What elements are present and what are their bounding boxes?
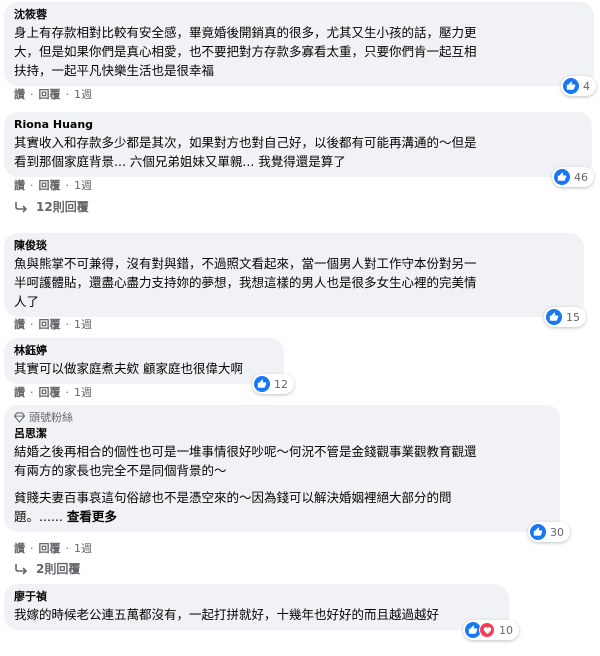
like-button[interactable]: 讚 — [14, 177, 25, 193]
see-more-link[interactable]: 查看更多 — [67, 509, 117, 524]
comment-author[interactable]: 沈筱蓉 — [14, 7, 584, 23]
comment-text-line: 魚與熊掌不可兼得，沒有對與錯，不過照文看起來，當一個男人對工作守本份對另一 — [14, 256, 477, 271]
separator: · — [65, 178, 70, 192]
comment-actions: 讚 · 回覆 · 1週 — [14, 177, 92, 193]
comment-bubble: 陳俊琰 魚與熊掌不可兼得，沒有對與錯，不過照文看起來，當一個男人對工作守本份對另… — [4, 233, 586, 327]
comment-4: 林鈺婷 其實可以做家庭煮夫欸 顧家庭也很偉大啊 12 — [4, 338, 294, 394]
reply-arrow-icon — [15, 201, 28, 213]
separator: · — [65, 317, 70, 331]
comment-bubble: 頭號粉絲 呂思潔 結婚之後再相合的個性也可是一堆事情很好吵呢～何況不管是金錢觀事… — [4, 405, 570, 542]
separator: · — [30, 87, 34, 101]
reaction-summary[interactable]: 10 — [463, 620, 519, 640]
separator: · — [30, 541, 34, 555]
reaction-summary[interactable]: 4 — [561, 76, 596, 96]
comment-timestamp[interactable]: 1週 — [74, 384, 92, 400]
reaction-count: 15 — [566, 310, 580, 324]
like-button[interactable]: 讚 — [14, 540, 25, 556]
reply-arrow-icon — [15, 563, 28, 575]
comment-author[interactable]: 呂思潔 — [14, 426, 550, 442]
separator: · — [65, 87, 70, 101]
comment-author[interactable]: 廖于禎 — [14, 589, 499, 605]
replies-count-label[interactable]: 2則回覆 — [36, 560, 80, 577]
reaction-summary[interactable]: 46 — [552, 167, 594, 187]
comment-1: 沈筱蓉 身上有存款相對比較有安全感，畢竟婚後開銷真的很多，尤其又生小孩的話，壓力… — [4, 2, 596, 96]
reply-button[interactable]: 回覆 — [39, 86, 61, 102]
comment-actions: 讚 · 回覆 · 1週 — [14, 86, 92, 102]
comment-text-line: 人了 — [14, 294, 40, 309]
like-button[interactable]: 讚 — [14, 316, 25, 332]
reaction-count: 4 — [583, 79, 590, 93]
reaction-count: 46 — [574, 170, 588, 184]
comment-timestamp[interactable]: 1週 — [74, 540, 92, 556]
comment-author[interactable]: Riona Huang — [14, 117, 582, 133]
comment-text-line: 其實收入和存款多少都是其次，如果對方也對自己好，以後都有可能再溝通的～但是 — [14, 135, 477, 150]
comment-text-line: 其實可以做家庭煮夫欸 顧家庭也很偉大啊 — [14, 361, 243, 376]
separator: · — [30, 385, 34, 399]
like-reaction-icon — [554, 169, 570, 185]
reaction-summary[interactable]: 30 — [528, 522, 570, 542]
comment-3: 陳俊琰 魚與熊掌不可兼得，沒有對與錯，不過照文看起來，當一個男人對工作守本份對另… — [4, 233, 586, 327]
like-button[interactable]: 讚 — [14, 384, 25, 400]
comment-text-line: 有兩方的家長也完全不是同個背景的～ — [14, 463, 227, 478]
comment-author[interactable]: 林鈺婷 — [14, 343, 274, 359]
reply-button[interactable]: 回覆 — [39, 384, 61, 400]
top-fan-badge: 頭號粉絲 — [14, 410, 550, 425]
comment-actions: 讚 · 回覆 · 1週 — [14, 384, 92, 400]
comment-timestamp[interactable]: 1週 — [74, 177, 92, 193]
comment-bubble: 林鈺婷 其實可以做家庭煮夫欸 顧家庭也很偉大啊 12 — [4, 338, 294, 394]
comment-text-line: 題。...... 查看更多 — [14, 507, 550, 526]
reaction-count: 10 — [499, 623, 513, 637]
reaction-summary[interactable]: 12 — [252, 374, 294, 394]
like-reaction-icon — [530, 524, 546, 540]
comment-6: 廖于禎 我嫁的時候老公連五萬都沒有，一起打拼就好，十幾年也好好的而且越過越好 1… — [4, 584, 519, 640]
comment-text-line: 結婚之後再相合的個性也可是一堆事情很好吵呢～何況不管是金錢觀事業觀教育觀還 — [14, 444, 477, 459]
comment-5: 頭號粉絲 呂思潔 結婚之後再相合的個性也可是一堆事情很好吵呢～何況不管是金錢觀事… — [4, 405, 570, 542]
reply-button[interactable]: 回覆 — [39, 316, 61, 332]
comment-2: Riona Huang 其實收入和存款多少都是其次，如果對方也對自己好，以後都有… — [4, 112, 594, 187]
like-reaction-icon — [254, 376, 270, 392]
comment-text-line: 我嫁的時候老公連五萬都沒有，一起打拼就好，十幾年也好好的而且越過越好 — [14, 607, 440, 622]
separator: · — [30, 178, 34, 192]
separator: · — [65, 541, 70, 555]
love-reaction-icon — [479, 622, 495, 638]
reaction-summary[interactable]: 15 — [544, 307, 586, 327]
comment-text-line: 看到那個家庭背景... 六個兄弟姐妹又單親... 我覺得還是算了 — [14, 154, 346, 169]
comment-text-line: 半呵護體貼，還盡心盡力支持妳的夢想，我想這樣的男人也是很多女生心裡的完美情 — [14, 275, 477, 290]
comment-actions: 讚 · 回覆 · 1週 — [14, 540, 92, 556]
replies-count-label[interactable]: 12則回覆 — [36, 198, 89, 215]
top-fan-label: 頭號粉絲 — [29, 411, 73, 424]
reply-button[interactable]: 回覆 — [39, 177, 61, 193]
comment-text-line: 貧賤夫妻百事哀這句俗諺也不是憑空來的～因為錢可以解決婚姻裡絕大部分的問 — [14, 490, 452, 505]
truncated-text: 題。...... — [14, 509, 63, 524]
comment-text-line: 大，但是如果你們是真心相愛，也不要把對方存款多寡看太重，只要你們肯一起互相 — [14, 44, 477, 59]
reply-button[interactable]: 回覆 — [39, 540, 61, 556]
comment-bubble: 沈筱蓉 身上有存款相對比較有安全感，畢竟婚後開銷真的很多，尤其又生小孩的話，壓力… — [4, 2, 596, 96]
view-replies-button[interactable]: 2則回覆 — [14, 560, 80, 577]
reaction-count: 30 — [550, 525, 564, 539]
reaction-count: 12 — [274, 377, 288, 391]
comment-bubble: Riona Huang 其實收入和存款多少都是其次，如果對方也對自己好，以後都有… — [4, 112, 594, 187]
comment-text-line: 扶持，一起平凡快樂生活也是很幸福 — [14, 63, 215, 78]
like-reaction-icon — [563, 78, 579, 94]
comment-text-line: 身上有存款相對比較有安全感，畢竟婚後開銷真的很多，尤其又生小孩的話，壓力更 — [14, 25, 477, 40]
like-reaction-icon — [546, 309, 562, 325]
diamond-icon — [14, 412, 25, 423]
comment-author[interactable]: 陳俊琰 — [14, 238, 574, 254]
view-replies-button[interactable]: 12則回覆 — [14, 198, 89, 215]
comment-actions: 讚 · 回覆 · 1週 — [14, 316, 92, 332]
separator: · — [30, 317, 34, 331]
comment-bubble: 廖于禎 我嫁的時候老公連五萬都沒有，一起打拼就好，十幾年也好好的而且越過越好 1… — [4, 584, 519, 640]
separator: · — [65, 385, 70, 399]
like-button[interactable]: 讚 — [14, 86, 25, 102]
comment-timestamp[interactable]: 1週 — [74, 316, 92, 332]
comment-timestamp[interactable]: 1週 — [74, 86, 92, 102]
